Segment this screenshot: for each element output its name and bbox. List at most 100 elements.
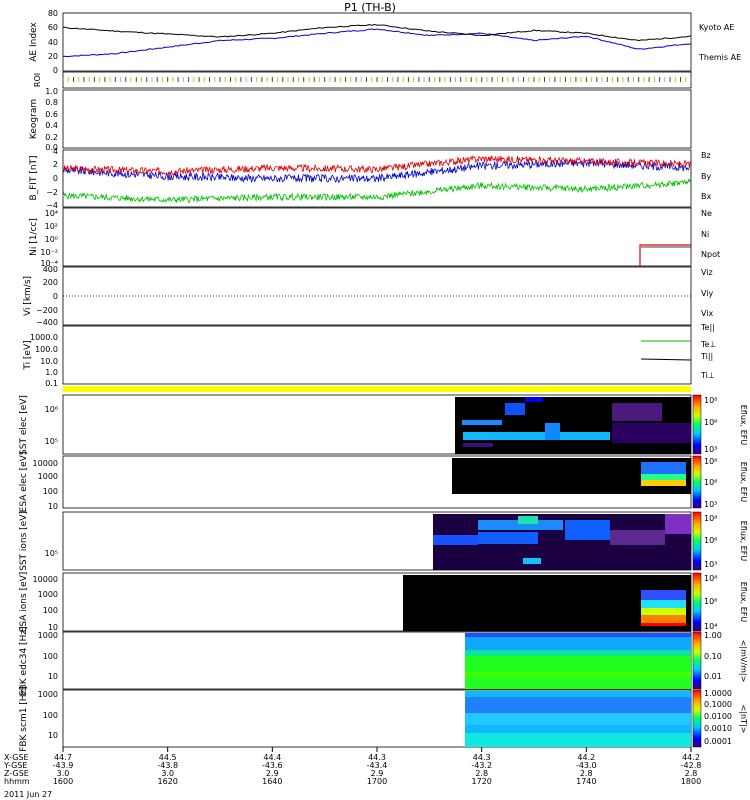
panel-temp: Ti [eV] 1000.0 100.0 10.0 1.0 0.1 Te|| T… [23,323,716,388]
roi-marker [502,77,504,82]
fbk-e-tick: 10 [48,672,58,681]
roi-marker [151,77,153,82]
sst-ions-tick: 10⁵ [45,549,58,558]
time-axis-value: 1700 [367,777,387,786]
bfield-tick: −2 [46,188,58,197]
temp-tick: 0.1 [45,379,58,388]
sst-ions-ylabel: SST ions [eV] [19,511,29,571]
temp-ylabel: Ti [eV] [23,340,33,370]
roi-marker [523,77,524,82]
legend-vix: Vix [701,309,714,318]
panel-esa-ions: ESA ions [eV] 10000 1000 100 10 Eflux, E… [19,572,748,633]
roi-marker [114,77,116,82]
velocity-tick: 0 [53,292,58,301]
temp-tick: 1000.0 [30,333,58,342]
roi-marker [517,77,519,82]
roi-marker [481,77,483,82]
density-ylabel: Ni [1/cc] [29,218,39,256]
panel-sst-elec: SST elec [eV] 10⁶ 10⁵ Eflux, EFU 10⁸ 10⁶… [19,394,748,455]
time-axis-row-label: hhmm [4,777,30,786]
esa-elec-tick: 10000 [33,459,58,468]
panel-esa-elec: ESA elec [eV] 10000 1000 100 10 Eflux, E… [19,452,748,513]
bfield-ylabel: B_FIT [nT] [29,155,39,200]
velocity-tick: 400 [43,265,58,274]
roi-marker [423,77,425,82]
time-axis-value: 1600 [53,777,73,786]
roi-marker [99,77,101,82]
roi-marker [182,77,184,82]
roi-marker [538,77,540,82]
roi-marker [601,77,603,82]
velocity-tick: −400 [36,318,58,327]
roi-marker [439,77,441,82]
keogram-tick: 0.2 [45,133,58,142]
roi-marker [83,77,85,82]
roi-marker [444,77,446,82]
esa-ions-cbar-tick: 10⁸ [704,574,717,583]
roi-marker [387,77,388,82]
temp-tick: 100.0 [35,345,58,354]
roi-marker [392,77,394,82]
ae-tick-80: 80 [48,9,58,18]
esa-elec-tick: 1000 [38,472,58,481]
roi-marker [324,77,326,82]
keogram-tick: 1.0 [45,87,58,96]
fbk-b-cbar-label: <|nT|> [739,705,748,734]
legend-viz: Viz [701,268,713,277]
keogram-tick: 0.4 [45,121,58,130]
roi-markers [62,77,692,82]
esa-elec-tick: 10 [48,502,58,511]
roi-marker [653,77,655,82]
roi-marker [292,77,294,82]
sst-elec-cbar-tick: 10⁸ [704,396,717,405]
roi-marker [339,77,341,82]
fbk-e-cbar-tick: 0.01 [704,672,722,681]
legend-ne: Ne [701,209,712,218]
velocity-tick: −200 [36,306,58,315]
velocity-tick: 200 [43,278,58,287]
roi-marker [109,77,111,82]
esa-elec-tick: 100 [43,487,58,496]
temp-tick: 10.0 [40,357,58,366]
legend-by: By [701,172,711,181]
roi-marker [402,77,404,82]
fbk-b-tick: 10 [48,731,58,740]
esa-ions-tick: 10000 [33,575,58,584]
roi-marker [360,77,362,82]
roi-marker [308,77,310,82]
density-tick: 10² [45,222,58,231]
ae-ylabel: AE Index [29,22,39,62]
ae-tick-20: 20 [48,52,58,61]
roi-marker [298,77,299,82]
roi-marker [78,77,80,82]
roi-marker [496,77,498,82]
roi-marker [245,77,247,82]
esa-ions-tick: 100 [43,606,58,615]
roi-marker [329,77,331,82]
roi-marker [407,77,409,82]
time-axis-value: 1800 [681,777,701,786]
fbk-b-cbar-tick: 0.0001 [704,737,732,746]
roi-marker [313,77,315,82]
roi-marker [120,77,122,82]
roi-marker [334,77,336,82]
bfield-tick: 4 [53,147,58,156]
time-axis-value: 1720 [472,777,492,786]
bfield-tick: 2 [53,160,58,169]
roi-marker [690,77,692,82]
fbk-b-cbar-tick: 1.0000 [704,689,732,698]
fbk-b-cbar-tick: 0.0010 [704,724,732,733]
ae-tick-0: 0 [53,66,58,75]
fbk-e-cbar-tick: 1.00 [704,631,722,640]
sst-ions-cbar-tick: 10⁸ [704,514,717,523]
roi-marker [507,77,509,82]
roi-marker [381,77,383,82]
roi-marker [198,77,200,82]
density-tick: 10⁴ [45,209,58,218]
roi-marker [627,77,629,82]
sst-elec-tick: 10⁶ [45,405,58,414]
panel-bfield: B_FIT [nT] 4 2 0 −2 −4 Bz By Bx [29,147,711,210]
roi-marker [350,77,352,82]
panel-sst-ions: SST ions [eV] 10⁵ Eflux, EFU 10⁸ 10⁶ 10³ [19,511,748,571]
roi-marker [512,77,514,82]
